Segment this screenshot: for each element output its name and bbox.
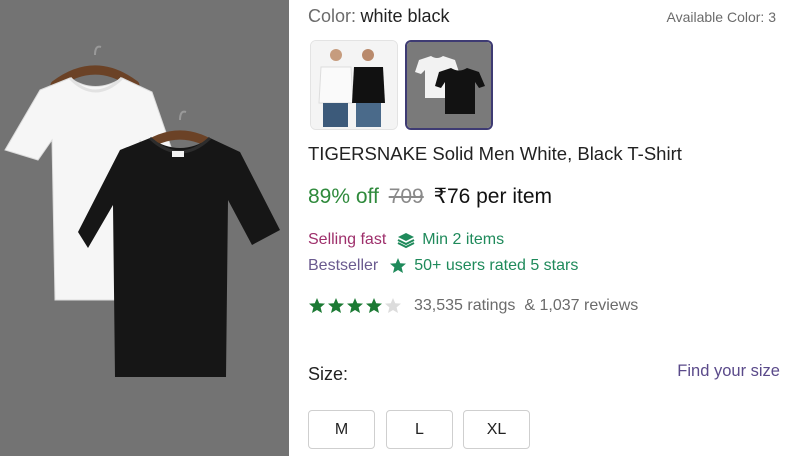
reviews-count: & 1,037 reviews <box>524 297 639 314</box>
bestseller-label: Bestseller <box>308 257 379 274</box>
star-rating <box>308 297 403 315</box>
original-price: 709 <box>388 185 424 208</box>
discount-percent: 89% off <box>308 185 379 208</box>
star-icon <box>366 298 382 313</box>
stack-layers-icon <box>397 231 415 249</box>
star-icon <box>385 298 401 313</box>
product-info-panel: Color: white black Available Color: 3 TI… <box>289 0 800 456</box>
swatch-tshirts-thumbnail <box>407 42 491 128</box>
star-icon <box>309 298 325 313</box>
product-image[interactable] <box>0 0 289 456</box>
star-icon <box>328 298 344 313</box>
selling-fast-label: Selling fast <box>308 231 387 248</box>
color-swatch-white-black-models[interactable] <box>310 40 398 130</box>
color-label: Color: <box>308 6 357 26</box>
rating-row[interactable]: 33,535 ratings & 1,037 reviews <box>308 297 638 315</box>
current-price: ₹76 per item <box>433 185 552 208</box>
bestseller-row: Bestseller 50+ users rated 5 stars <box>308 257 578 275</box>
star-badge-icon <box>389 257 407 275</box>
star-icon <box>347 298 363 313</box>
color-value: white black <box>360 6 450 26</box>
find-your-size-link[interactable]: Find your size <box>677 362 780 381</box>
product-title: TIGERSNAKE Solid Men White, Black T-Shir… <box>308 143 682 164</box>
color-row: Color: white black Available Color: 3 <box>308 6 788 28</box>
color-swatch-white-black-selected[interactable] <box>405 40 493 130</box>
size-label: Size: <box>308 364 349 384</box>
users-rated-label: 50+ users rated 5 stars <box>414 257 579 274</box>
size-option-m[interactable]: M <box>308 410 375 449</box>
size-option-l[interactable]: L <box>386 410 453 449</box>
available-colors: Available Color: 3 <box>666 9 776 25</box>
size-option-xl[interactable]: XL <box>463 410 530 449</box>
selling-fast-row: Selling fast Min 2 items <box>308 231 504 249</box>
tshirts-illustration <box>4 45 280 377</box>
ratings-count: 33,535 ratings <box>414 297 516 314</box>
swatch-models-thumbnail <box>311 41 397 129</box>
price-row: 89% off 709 ₹76 per item <box>308 184 552 209</box>
min-items-label: Min 2 items <box>422 231 505 248</box>
